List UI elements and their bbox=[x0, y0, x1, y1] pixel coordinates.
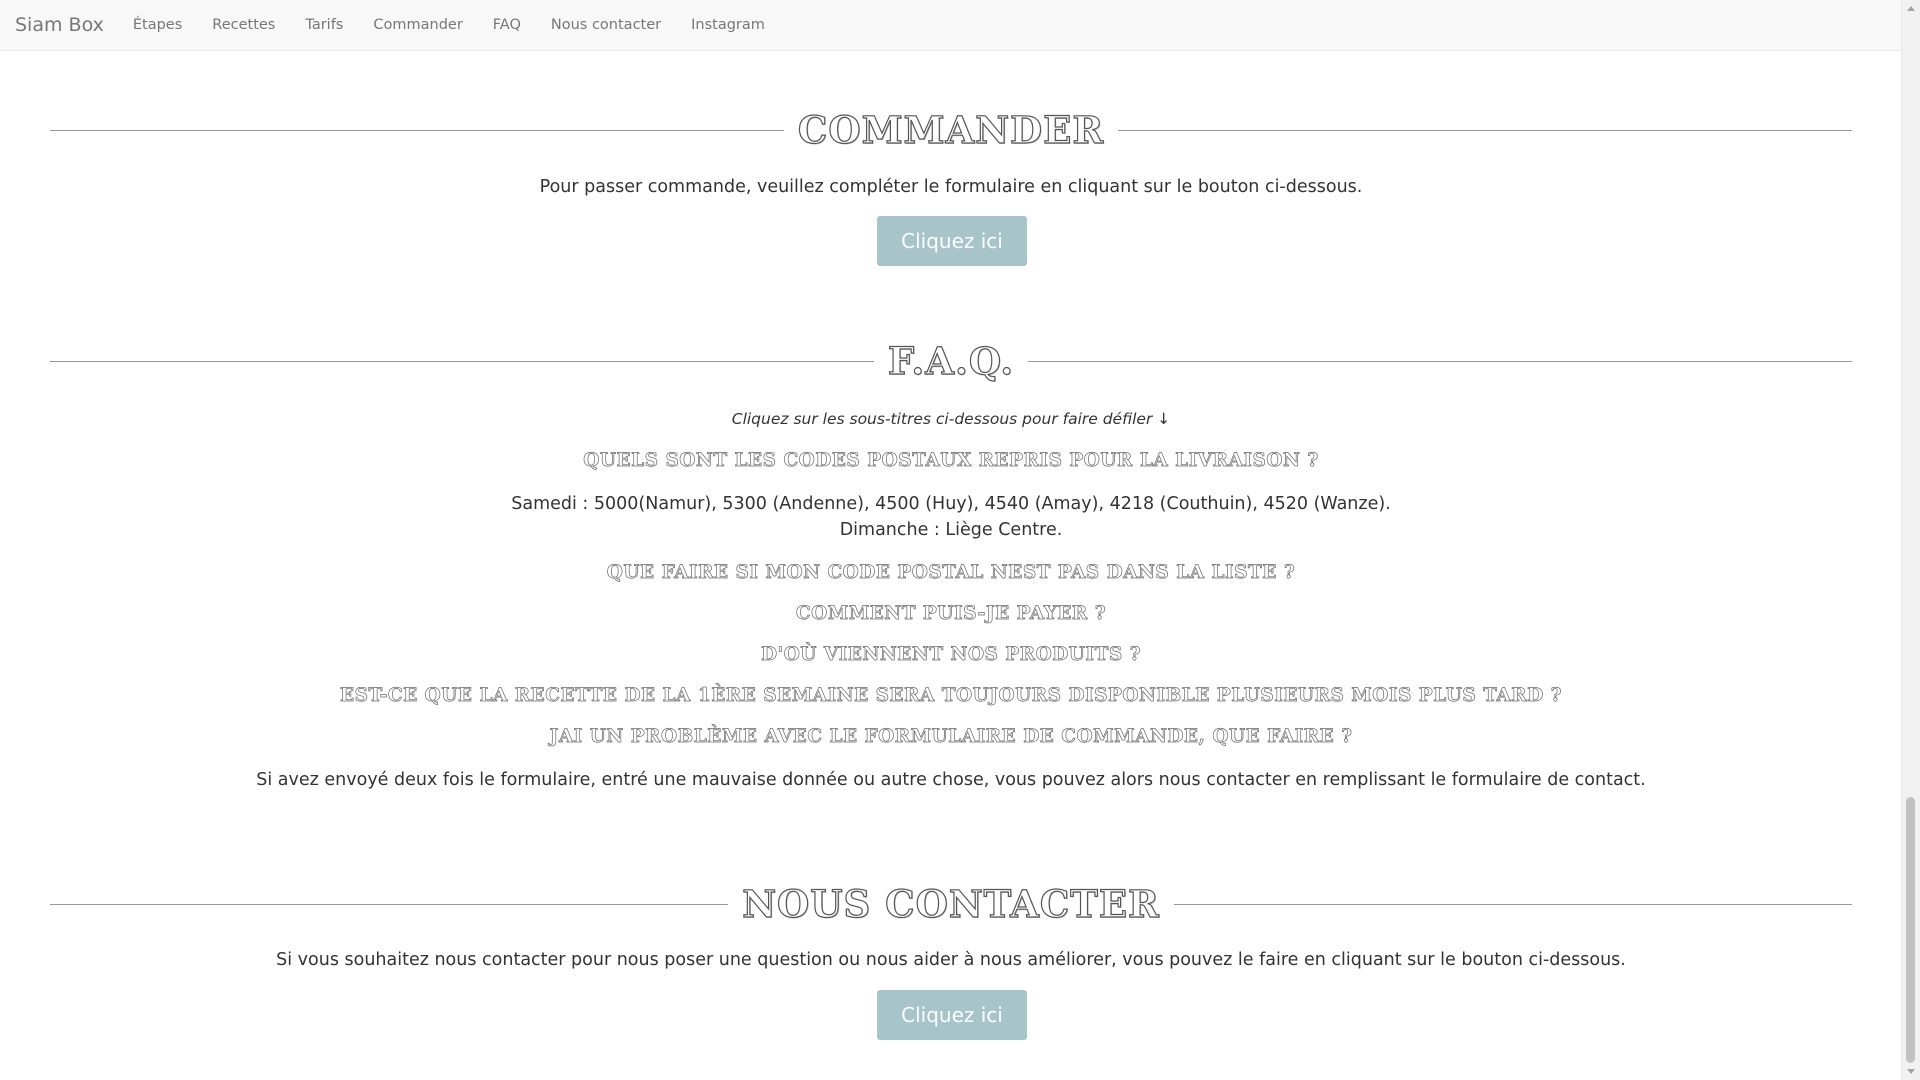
commander-title: COMMANDER bbox=[797, 107, 1105, 152]
nav-link-faq[interactable]: FAQ bbox=[478, 17, 536, 33]
faq-title: F.A.Q. bbox=[887, 338, 1015, 383]
faq-question-recipe-availability[interactable]: EST-CE QUE LA RECETTE DE LA 1ÈRE SEMAINE… bbox=[0, 685, 1902, 707]
commander-text: Pour passer commande, veuillez compléter… bbox=[539, 177, 1363, 197]
divider-line-left bbox=[50, 903, 729, 905]
nav-link-commander[interactable]: Commander bbox=[358, 17, 477, 33]
divider-line-left bbox=[50, 360, 874, 362]
scroll-up-arrow-icon[interactable] bbox=[1907, 6, 1915, 11]
faq-answer-postal-codes-saturday: Samedi : 5000(Namur), 5300 (Andenne), 45… bbox=[511, 494, 1391, 514]
divider-line-right bbox=[1173, 903, 1853, 905]
nav-link-tarifs[interactable]: Tarifs bbox=[290, 17, 358, 33]
faq-question-postal-code-missing[interactable]: QUE FAIRE SI MON CODE POSTAL NEST PAS DA… bbox=[0, 562, 1902, 584]
commander-heading-row: COMMANDER bbox=[50, 100, 1852, 160]
nav-link-instagram[interactable]: Instagram bbox=[676, 17, 780, 33]
faq-question-postal-codes[interactable]: QUELS SONT LES CODES POSTAUX REPRIS POUR… bbox=[0, 450, 1902, 472]
nav-link-etapes[interactable]: Étapes bbox=[118, 17, 197, 33]
faq-answer-postal-codes-sunday: Dimanche : Liège Centre. bbox=[839, 520, 1063, 540]
faq-question-order-form-problem[interactable]: JAI UN PROBLÈME AVEC LE FORMULAIRE DE CO… bbox=[0, 726, 1902, 748]
nav-link-recettes[interactable]: Recettes bbox=[197, 17, 290, 33]
vertical-scrollbar[interactable] bbox=[1901, 0, 1920, 1080]
divider-line-right bbox=[1028, 360, 1853, 362]
faq-answer-order-form-problem: Si avez envoyé deux fois le formulaire, … bbox=[256, 770, 1646, 790]
commander-button[interactable]: Cliquez ici bbox=[877, 216, 1027, 266]
top-navbar: Siam Box Étapes Recettes Tarifs Commande… bbox=[0, 0, 1902, 51]
nav-link-nous-contacter[interactable]: Nous contacter bbox=[536, 17, 676, 33]
contact-title: NOUS CONTACTER bbox=[742, 881, 1160, 926]
contact-text: Si vous souhaitez nous contacter pour no… bbox=[276, 950, 1626, 970]
faq-heading-row: F.A.Q. bbox=[50, 331, 1853, 391]
scrollbar-thumb[interactable] bbox=[1906, 797, 1915, 1063]
faq-hint: Cliquez sur les sous-titres ci-dessous p… bbox=[731, 410, 1171, 428]
faq-question-products-origin[interactable]: D'OÙ VIENNENT NOS PRODUITS ? bbox=[0, 644, 1902, 666]
faq-question-payment[interactable]: COMMENT PUIS-JE PAYER ? bbox=[0, 603, 1902, 625]
scroll-down-arrow-icon[interactable] bbox=[1907, 1069, 1915, 1074]
brand-link[interactable]: Siam Box bbox=[0, 14, 118, 36]
contact-heading-row: NOUS CONTACTER bbox=[50, 874, 1853, 934]
divider-line-left bbox=[50, 129, 784, 131]
divider-line-right bbox=[1118, 129, 1852, 131]
contact-button[interactable]: Cliquez ici bbox=[877, 990, 1027, 1040]
